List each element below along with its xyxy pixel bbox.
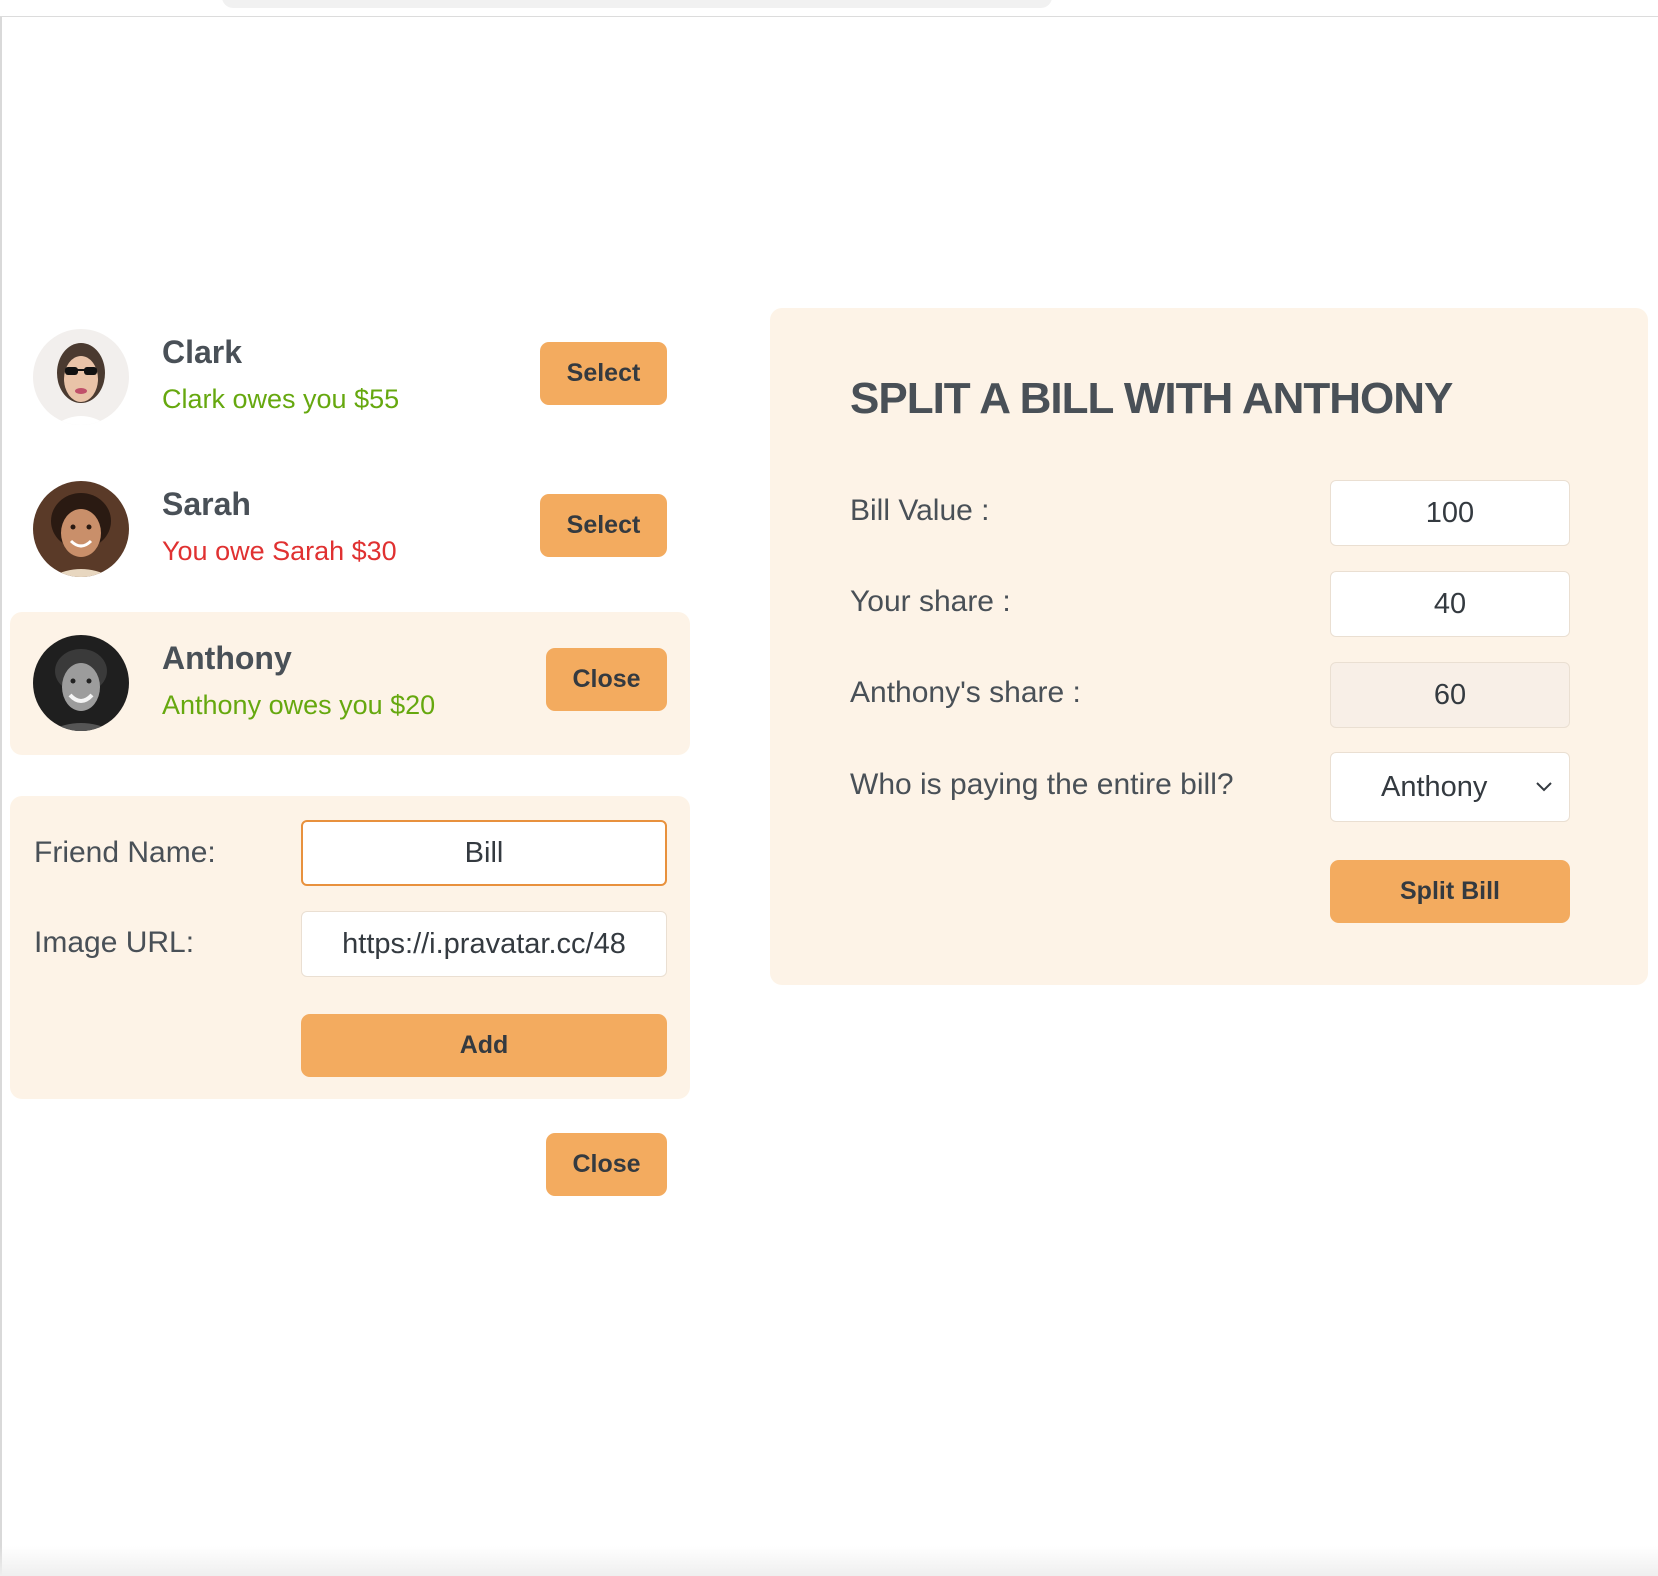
add-friend-form: Friend Name: Image URL: Add — [10, 796, 690, 1099]
split-bill-button[interactable]: Split Bill — [1330, 860, 1570, 923]
friend-name: Clark — [162, 334, 243, 370]
address-bar[interactable] — [222, 0, 1052, 8]
payer-select-value: Anthony — [1381, 771, 1488, 803]
friend-share-label: Anthony's share : — [850, 676, 1081, 709]
add-friend-button[interactable]: Add — [301, 1014, 667, 1077]
close-form-button[interactable]: Close — [546, 1133, 667, 1196]
friend-name-input[interactable] — [301, 820, 667, 886]
your-share-input[interactable] — [1330, 571, 1570, 637]
friend-balance: You owe Sarah $30 — [162, 536, 397, 566]
avatar-anthony — [33, 635, 129, 731]
close-anthony-button[interactable]: Close — [546, 648, 667, 711]
friend-balance: Clark owes you $55 — [162, 384, 400, 414]
friend-balance: Anthony owes you $20 — [162, 690, 436, 720]
avatar-sarah — [33, 481, 129, 577]
select-clark-button[interactable]: Select — [540, 342, 667, 405]
bill-value-input[interactable] — [1330, 480, 1570, 546]
friend-item-clark: Clark Clark owes you $55 Select — [10, 306, 690, 449]
friend-item-anthony: Anthony Anthony owes you $20 Close — [10, 612, 690, 755]
payer-label: Who is paying the entire bill? — [850, 768, 1234, 801]
friend-item-sarah: Sarah You owe Sarah $30 Select — [10, 458, 690, 601]
bill-value-label: Bill Value : — [850, 494, 990, 527]
image-url-label: Image URL: — [34, 926, 195, 959]
friend-name-label: Friend Name: — [34, 836, 216, 869]
friend-name: Sarah — [162, 486, 251, 522]
bottom-shadow — [0, 1546, 1658, 1576]
avatar-clark — [33, 329, 129, 425]
chevron-down-icon — [1536, 782, 1552, 792]
select-sarah-button[interactable]: Select — [540, 494, 667, 557]
your-share-label: Your share : — [850, 585, 1011, 618]
payer-select[interactable]: Anthony — [1330, 752, 1570, 822]
image-url-input[interactable] — [301, 911, 667, 977]
split-title: Split a bill with Anthony — [850, 374, 1453, 423]
window-edge — [0, 17, 2, 1576]
friend-share-input — [1330, 662, 1570, 728]
split-bill-form: Split a bill with Anthony Bill Value : Y… — [770, 308, 1648, 985]
browser-top-bar — [0, 0, 1658, 17]
friend-name: Anthony — [162, 640, 292, 676]
